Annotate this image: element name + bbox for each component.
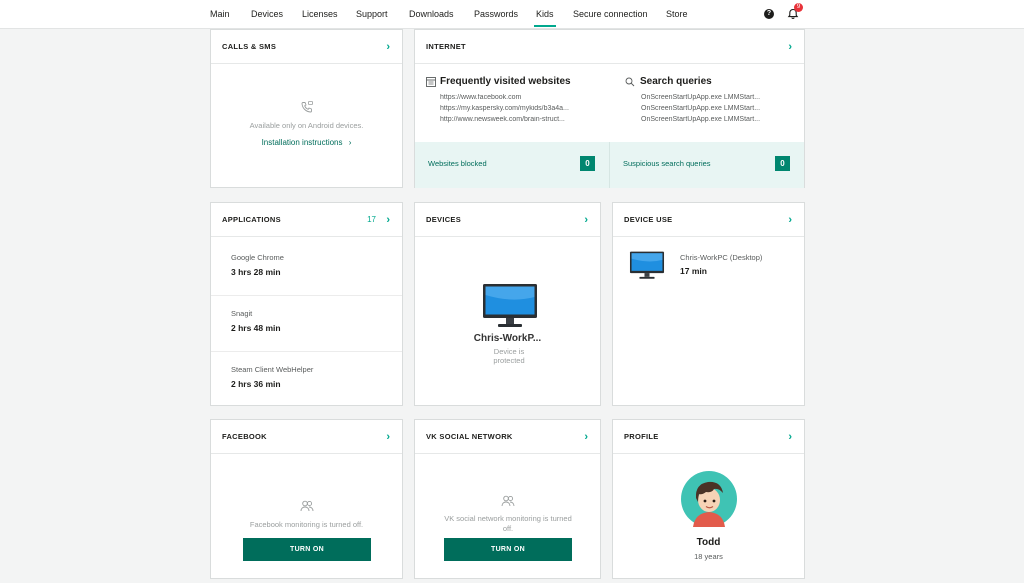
suspicious-queries-stat[interactable]: Suspicious search queries 0 — [610, 142, 804, 188]
card-header[interactable]: FACEBOOK › — [211, 420, 402, 454]
desktop-monitor-icon — [629, 251, 665, 279]
facebook-card: FACEBOOK › Facebook monitoring is turned… — [210, 419, 403, 579]
card-header[interactable]: CALLS & SMS › — [211, 30, 402, 64]
internet-card: INTERNET › Frequently visited websites h… — [414, 29, 805, 188]
search-icon — [625, 77, 635, 87]
app-name: Snagit — [231, 309, 253, 318]
suspicious-queries-count: 0 — [775, 156, 790, 171]
card-header[interactable]: DEVICES › — [415, 203, 600, 237]
search-query-entry[interactable]: OnScreenStartUpApp.exe LMMStart... — [641, 116, 781, 123]
nav-main[interactable]: Main — [210, 9, 230, 19]
profile-age: 18 years — [694, 552, 723, 561]
row-divider — [211, 295, 402, 296]
calls-sms-card: CALLS & SMS › Available only on Android … — [210, 29, 403, 188]
nav-kids[interactable]: Kids — [534, 9, 555, 27]
card-title: DEVICES — [426, 215, 462, 224]
card-title: APPLICATIONS — [222, 215, 281, 224]
websites-blocked-count: 0 — [580, 156, 595, 171]
link-label: Installation instructions — [261, 138, 343, 147]
chevron-right-icon[interactable]: › — [788, 41, 792, 53]
chevron-right-icon[interactable]: › — [584, 431, 588, 443]
chevron-right-icon[interactable]: › — [584, 214, 588, 226]
app-time: 2 hrs 36 min — [231, 379, 281, 389]
help-icon[interactable]: ? — [764, 9, 774, 19]
notification-badge: 9 — [794, 3, 803, 12]
card-title: INTERNET — [426, 42, 466, 51]
card-header[interactable]: PROFILE › — [613, 420, 804, 454]
nav-support[interactable]: Support — [356, 9, 388, 19]
vk-message: VK social network monitoring is turned o… — [444, 514, 572, 533]
desktop-monitor-icon[interactable] — [482, 283, 538, 329]
device-use-time: 17 min — [680, 266, 707, 276]
chevron-right-icon[interactable]: › — [788, 431, 792, 443]
website-entry[interactable]: http://www.newsweek.com/brain-struct... — [440, 116, 600, 123]
card-title: VK SOCIAL NETWORK — [426, 432, 513, 441]
card-title: CALLS & SMS — [222, 42, 277, 51]
app-name: Google Chrome — [231, 253, 284, 262]
top-navigation: Main Devices Licenses Support Downloads … — [0, 0, 1024, 29]
app-time: 2 hrs 48 min — [231, 323, 281, 333]
users-icon — [300, 500, 314, 512]
nav-downloads[interactable]: Downloads — [409, 9, 454, 19]
applications-card: APPLICATIONS 17 › Google Chrome 3 hrs 28… — [210, 202, 403, 406]
nav-passwords[interactable]: Passwords — [474, 9, 518, 19]
search-query-entry[interactable]: OnScreenStartUpApp.exe LMMStart... — [641, 94, 781, 101]
search-query-entry[interactable]: OnScreenStartUpApp.exe LMMStart... — [641, 105, 781, 112]
card-title: PROFILE — [624, 432, 659, 441]
card-header[interactable]: APPLICATIONS 17 › — [211, 203, 402, 237]
device-status: Device is protected — [493, 347, 525, 365]
search-queries-title: Search queries — [640, 76, 712, 87]
device-use-card: DEVICE USE › Chris-WorkPC (Desktop) 17 m… — [612, 202, 805, 406]
device-name: Chris-WorkP... — [473, 333, 542, 344]
chevron-right-icon[interactable]: › — [386, 41, 390, 53]
device-use-name: Chris-WorkPC (Desktop) — [680, 253, 763, 262]
chevron-right-icon[interactable]: › — [788, 214, 792, 226]
row-divider — [211, 351, 402, 352]
users-icon — [501, 495, 515, 507]
nav-secure-connection[interactable]: Secure connection — [573, 9, 648, 19]
profile-card: PROFILE › Todd 18 years — [612, 419, 805, 579]
chevron-right-icon[interactable]: › — [386, 214, 390, 226]
vk-card: VK SOCIAL NETWORK › VK social network mo… — [414, 419, 601, 579]
profile-name: Todd — [696, 537, 721, 548]
website-entry[interactable]: https://www.facebook.com — [440, 94, 600, 101]
app-item[interactable]: Steam Client WebHelper 2 hrs 36 min — [231, 365, 313, 389]
child-avatar[interactable] — [681, 471, 737, 527]
website-entry[interactable]: https://my.kaspersky.com/mykids/b3a4a... — [440, 105, 600, 112]
card-header[interactable]: DEVICE USE › — [613, 203, 804, 237]
applications-count: 17 — [367, 215, 376, 224]
websites-blocked-stat[interactable]: Websites blocked 0 — [415, 142, 609, 188]
link-chevron-icon: › — [348, 138, 352, 147]
websites-blocked-label: Websites blocked — [428, 159, 487, 168]
nav-store[interactable]: Store — [666, 9, 688, 19]
app-name: Steam Client WebHelper — [231, 365, 314, 374]
frequent-websites-title: Frequently visited websites — [440, 76, 571, 87]
facebook-message: Facebook monitoring is turned off. — [249, 520, 364, 529]
devices-card: DEVICES › Chris-WorkP... Device is prote… — [414, 202, 601, 406]
calls-message: Available only on Android devices. — [249, 121, 364, 130]
chevron-right-icon[interactable]: › — [386, 431, 390, 443]
app-item[interactable]: Google Chrome 3 hrs 28 min — [231, 253, 284, 277]
suspicious-queries-label: Suspicious search queries — [623, 159, 711, 168]
browser-icon — [426, 77, 436, 87]
nav-licenses[interactable]: Licenses — [302, 9, 338, 19]
installation-instructions-link[interactable]: Installation instructions › — [211, 138, 402, 147]
card-header[interactable]: INTERNET › — [415, 30, 804, 64]
card-title: DEVICE USE — [624, 215, 673, 224]
app-item[interactable]: Snagit 2 hrs 48 min — [231, 309, 281, 333]
app-time: 3 hrs 28 min — [231, 267, 281, 277]
vk-turn-on-button[interactable]: TURN ON — [444, 538, 572, 561]
phone-icon — [301, 101, 313, 113]
facebook-turn-on-button[interactable]: TURN ON — [243, 538, 371, 561]
card-title: FACEBOOK — [222, 432, 267, 441]
nav-devices[interactable]: Devices — [251, 9, 283, 19]
card-header[interactable]: VK SOCIAL NETWORK › — [415, 420, 600, 454]
